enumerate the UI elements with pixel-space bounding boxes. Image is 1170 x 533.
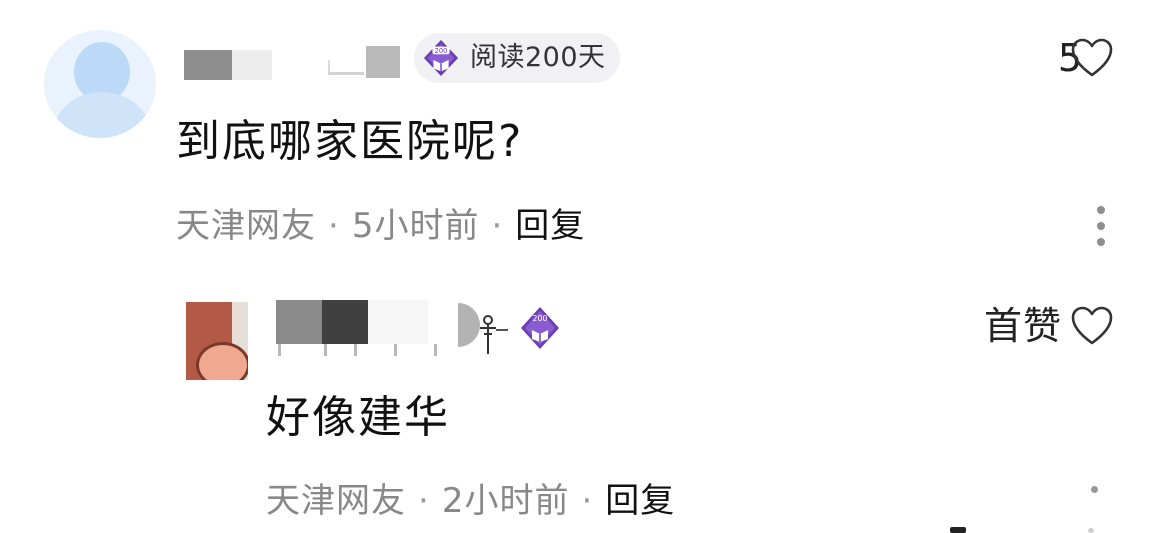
- reply-button[interactable]: 回复: [515, 206, 585, 246]
- reply-text: 好像建华: [266, 392, 450, 443]
- meta-separator: ·: [581, 481, 594, 521]
- username-blurred-fragment: [318, 46, 402, 86]
- username-blurred-underline: [276, 344, 437, 356]
- reply-button[interactable]: 回复: [605, 481, 675, 521]
- username-blurred-part: [232, 50, 272, 80]
- badge-label: 阅读200天: [470, 42, 606, 73]
- reading-badge[interactable]: 200 阅读200天: [414, 33, 620, 83]
- decoration-icon: [480, 315, 508, 354]
- reply-meta: 天津网友 · 2小时前 · 回复: [266, 475, 675, 527]
- cut-off-mark: [950, 527, 966, 533]
- meta-separator: ·: [491, 206, 504, 246]
- username-blurred-part: [368, 300, 428, 344]
- comment-meta: 天津网友 · 5小时前 · 回复: [176, 200, 585, 252]
- reading-badge-icon[interactable]: 200: [520, 306, 560, 350]
- more-vertical-icon[interactable]: [1094, 206, 1108, 246]
- reply-location: 天津网友: [266, 481, 406, 521]
- cut-off-mark: [1088, 528, 1094, 533]
- reading-badge-icon: 200: [423, 39, 459, 77]
- comment-text: 到底哪家医院呢?: [176, 116, 524, 167]
- more-vertical-icon[interactable]: [1090, 486, 1100, 502]
- commenter-avatar[interactable]: [44, 30, 156, 138]
- username-blurred[interactable]: [276, 300, 322, 344]
- comment-location: 天津网友: [176, 206, 316, 246]
- heart-outline-icon[interactable]: [1070, 37, 1114, 79]
- replier-avatar[interactable]: [186, 302, 248, 380]
- heart-outline-icon[interactable]: [1070, 305, 1114, 347]
- svg-text:200: 200: [435, 47, 448, 55]
- username-blurred-part: [322, 300, 368, 344]
- comment-time: 5小时前: [351, 206, 480, 246]
- reply-time: 2小时前: [441, 481, 570, 521]
- meta-separator: ·: [328, 206, 340, 246]
- username-blurred[interactable]: [184, 50, 232, 80]
- avatar-body-shape: [54, 92, 150, 138]
- first-like-label: 首赞: [983, 304, 1062, 348]
- meta-separator: ·: [418, 481, 430, 521]
- badge-number: 200: [532, 314, 547, 323]
- avatar-face-shape: [196, 342, 248, 380]
